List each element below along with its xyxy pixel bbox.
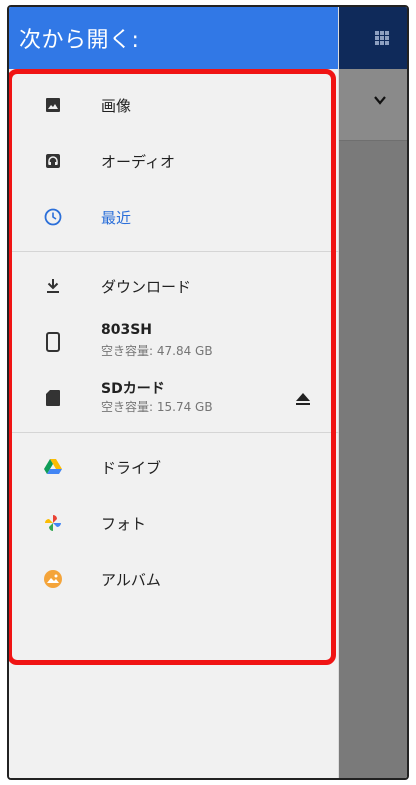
chevron-down-icon[interactable] <box>373 93 387 107</box>
drawer-item-label: 803SH <box>101 322 153 338</box>
eject-icon[interactable] <box>295 392 311 406</box>
app-bar <box>339 7 407 69</box>
drawer-item-label: フォト <box>101 514 147 533</box>
drawer-item-device-storage[interactable]: 803SH 空き容量: 47.84 GB <box>9 314 339 370</box>
drawer-header: 次から開く: <box>9 7 338 69</box>
drawer-item-recent[interactable]: 最近 <box>9 189 339 245</box>
free-space-text: 空き容量: 47.84 GB <box>101 344 213 358</box>
headphones-icon <box>43 151 63 171</box>
download-icon <box>43 276 63 296</box>
image-icon <box>43 95 63 115</box>
free-space-text: 空き容量: 15.74 GB <box>101 400 213 414</box>
drawer-item-sd-card[interactable]: SDカード 空き容量: 15.74 GB <box>9 370 339 426</box>
screen: 次から開く: 画像 オーディオ 最近 ダウンロード 803SH 空き容量: 47… <box>7 5 409 780</box>
clock-icon <box>43 207 63 227</box>
divider <box>9 432 339 433</box>
drawer-list: 画像 オーディオ 最近 ダウンロード 803SH 空き容量: 47.84 GB … <box>9 77 339 607</box>
drawer-item-images[interactable]: 画像 <box>9 77 339 133</box>
drawer-item-downloads[interactable]: ダウンロード <box>9 258 339 314</box>
navigation-drawer: 次から開く: 画像 オーディオ 最近 ダウンロード 803SH 空き容量: 47… <box>9 7 339 778</box>
phone-icon <box>43 332 63 352</box>
album-icon <box>43 569 63 589</box>
sd-card-icon <box>43 388 63 408</box>
grid-view-icon[interactable] <box>375 31 389 45</box>
divider <box>9 251 339 252</box>
drawer-item-label: ダウンロード <box>101 277 192 296</box>
drawer-item-drive[interactable]: ドライブ <box>9 439 339 495</box>
drawer-item-audio[interactable]: オーディオ <box>9 133 339 189</box>
drawer-item-album[interactable]: アルバム <box>9 551 339 607</box>
drawer-item-label: 最近 <box>101 208 132 227</box>
drive-icon <box>43 457 63 477</box>
drawer-item-label: オーディオ <box>101 152 175 171</box>
background-app <box>339 7 407 778</box>
photos-icon <box>43 513 63 533</box>
drawer-item-label: SDカード <box>101 381 165 397</box>
drawer-title: 次から開く: <box>19 28 140 53</box>
background-row <box>339 69 407 141</box>
drawer-item-photos[interactable]: フォト <box>9 495 339 551</box>
drawer-item-label: ドライブ <box>101 458 162 477</box>
drawer-item-label: 画像 <box>101 96 132 115</box>
drawer-item-label: アルバム <box>101 570 161 589</box>
